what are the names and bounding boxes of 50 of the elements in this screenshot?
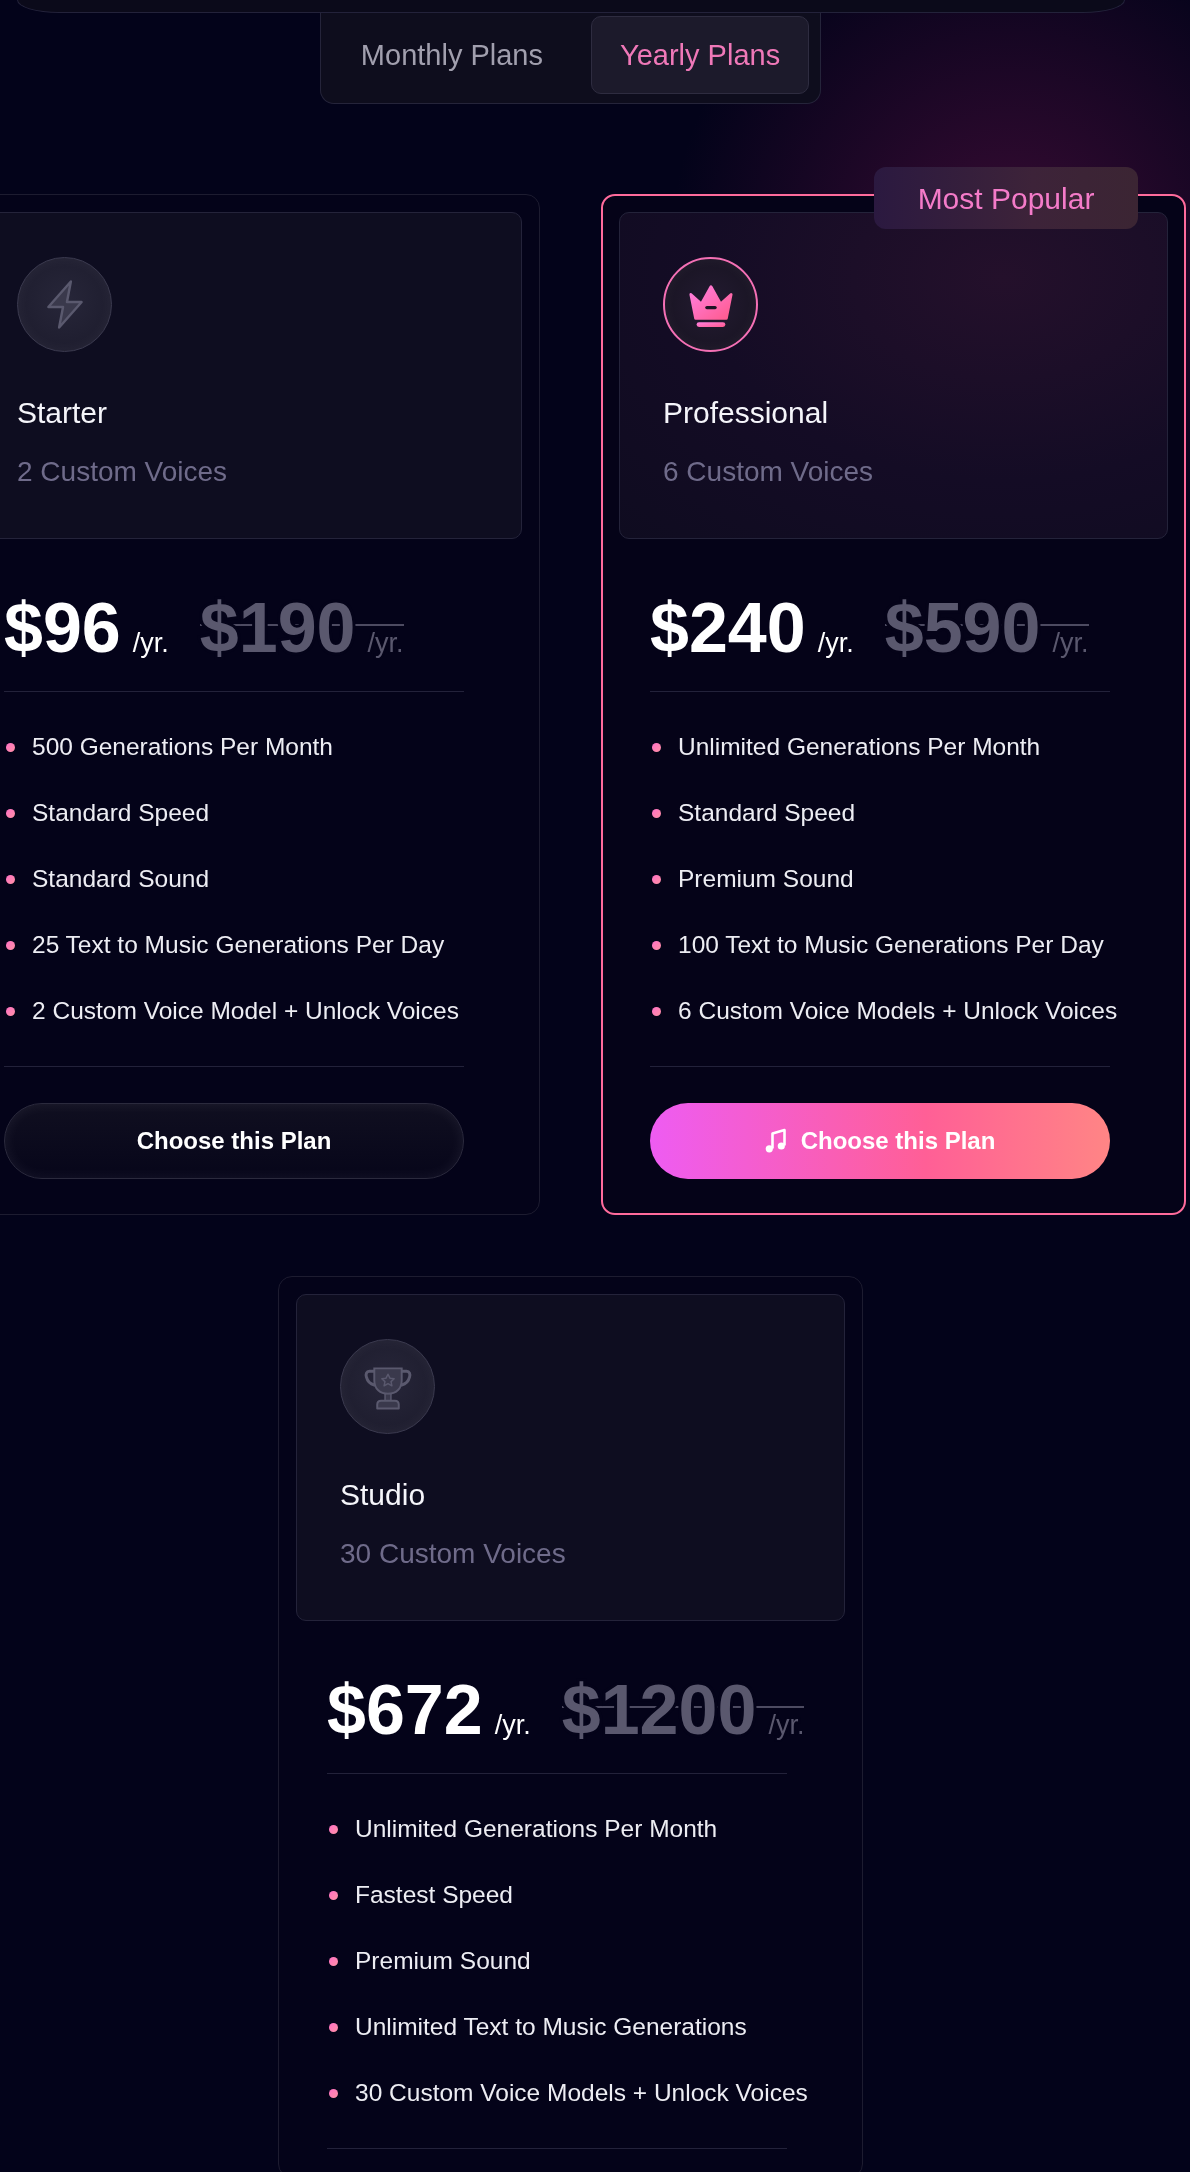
feature-text: Fastest Speed [355, 1880, 513, 1910]
bullet-icon [652, 742, 661, 752]
feature-text: Premium Sound [678, 864, 854, 894]
bullet-icon [329, 1956, 338, 1966]
plan-name: Studio [340, 1477, 427, 1513]
bullet-icon [652, 808, 661, 818]
plan-name: Professional [663, 395, 830, 431]
feature-text: 6 Custom Voice Models + Unlock Voices [678, 996, 1118, 1026]
feature-text: Unlimited Generations Per Month [678, 732, 1041, 762]
voice-count: 6 Custom Voices [663, 455, 875, 489]
bullet-icon [329, 1824, 338, 1834]
price-period: /yr. [817, 627, 854, 660]
price-period: /yr. [132, 627, 169, 660]
feature-text: 500 Generations Per Month [32, 732, 333, 762]
bullet-icon [6, 808, 15, 818]
bullet-icon [6, 874, 15, 884]
bullet-icon [6, 940, 15, 950]
voice-count: 30 Custom Voices [340, 1537, 567, 1571]
bullet-icon [329, 2088, 338, 2098]
feature-text: 25 Text to Music Generations Per Day [32, 930, 445, 960]
feature-text: Standard Speed [32, 798, 210, 828]
bullet-icon [652, 874, 661, 884]
price-amount: $240 [650, 593, 806, 663]
choose-plan-button[interactable]: Choose this Plan [4, 1103, 464, 1179]
bullet-icon [652, 940, 661, 950]
bullet-icon [6, 742, 15, 752]
old-price-period: /yr. [367, 627, 404, 660]
feature-text: Unlimited Text to Music Generations [355, 2012, 747, 2042]
billing-tab[interactable]: Yearly Plans [591, 16, 810, 94]
feature-text: 30 Custom Voice Models + Unlock Voices [355, 2078, 808, 2108]
price-amount: $672 [327, 1675, 483, 1745]
bullet-icon [6, 1006, 15, 1016]
feature-text: 2 Custom Voice Model + Unlock Voices [32, 996, 459, 1026]
popular-badge: Most Popular [874, 167, 1138, 229]
bullet-icon [329, 2022, 338, 2032]
feature-text: Unlimited Generations Per Month [355, 1814, 718, 1844]
old-price-period: /yr. [1052, 627, 1089, 660]
old-price-period: /yr. [768, 1709, 805, 1742]
voice-count: 2 Custom Voices [17, 455, 229, 489]
feature-text: 100 Text to Music Generations Per Day [678, 930, 1104, 960]
price-period: /yr. [494, 1709, 531, 1742]
bullet-icon [652, 1006, 661, 1016]
bullet-icon [329, 1890, 338, 1900]
billing-tab[interactable]: Monthly Plans [331, 16, 572, 94]
feature-text: Premium Sound [355, 1946, 531, 1976]
price-amount: $96 [4, 593, 121, 663]
feature-text: Standard Sound [32, 864, 210, 894]
music-note-icon [764, 1128, 787, 1154]
feature-text: Standard Speed [678, 798, 856, 828]
plan-name: Starter [17, 395, 109, 431]
